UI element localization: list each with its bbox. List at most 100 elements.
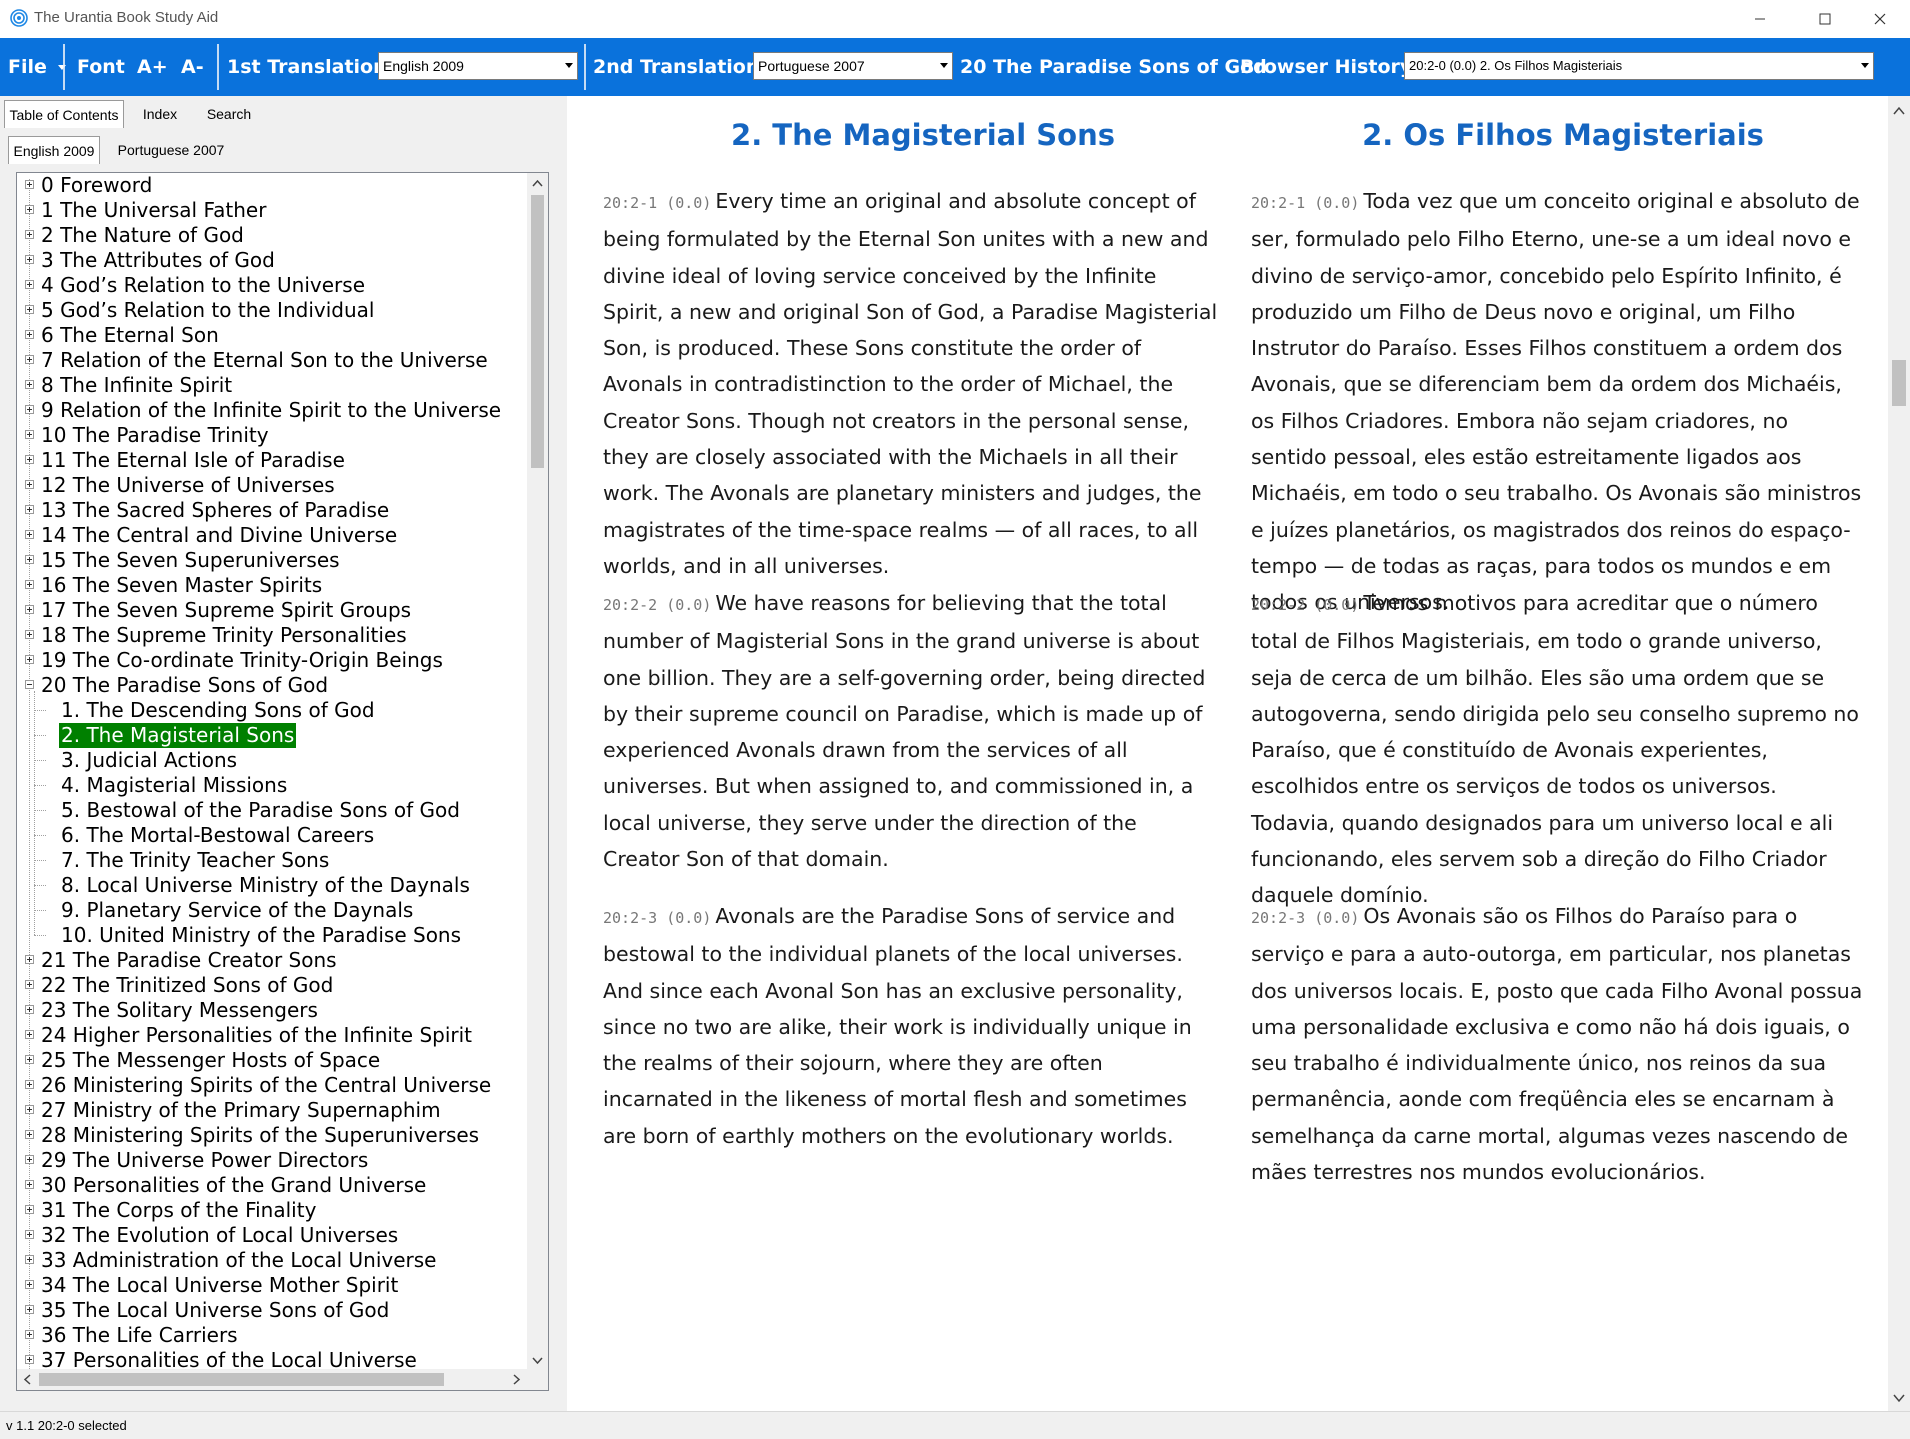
expand-icon[interactable] [25, 1280, 34, 1289]
paragraph-reference[interactable]: 20:2-3 (0.0) [603, 909, 711, 927]
tree-scroll-thumb[interactable] [531, 195, 544, 468]
tree-item-label: 9. Planetary Service of the Daynals [61, 898, 414, 922]
expand-icon[interactable] [25, 355, 34, 364]
tree-horizontal-scrollbar[interactable] [17, 1369, 527, 1390]
maximize-button[interactable] [1795, 0, 1855, 38]
expand-icon[interactable] [25, 580, 34, 589]
expand-icon[interactable] [25, 180, 34, 189]
file-menu[interactable]: File [8, 56, 66, 78]
expand-icon[interactable] [25, 1005, 34, 1014]
expand-icon[interactable] [25, 1155, 34, 1164]
expand-icon[interactable] [25, 1255, 34, 1264]
expand-icon[interactable] [25, 1330, 34, 1339]
tree-item-label: 6. The Mortal-Bestowal Careers [61, 823, 375, 847]
chevron-down-icon[interactable] [1893, 1394, 1905, 1403]
paragraph-reference[interactable]: 20:2-1 (0.0) [603, 194, 711, 212]
tree-item-label: 29 The Universe Power Directors [41, 1148, 369, 1172]
expand-icon[interactable] [25, 480, 34, 489]
tree-item-label: 5. Bestowal of the Paradise Sons of God [61, 798, 460, 822]
minimize-button[interactable] [1730, 0, 1790, 38]
tree-item-label: 30 Personalities of the Grand Universe [41, 1173, 427, 1197]
expand-icon[interactable] [25, 1080, 34, 1089]
collapse-icon[interactable] [25, 680, 34, 689]
expand-icon[interactable] [25, 1030, 34, 1039]
expand-icon[interactable] [25, 255, 34, 264]
tab-english-2009[interactable]: English 2009 [8, 136, 100, 164]
expand-icon[interactable] [25, 230, 34, 239]
expand-icon[interactable] [25, 380, 34, 389]
expand-icon[interactable] [25, 1305, 34, 1314]
expand-icon[interactable] [25, 305, 34, 314]
paragraph-reference[interactable]: 20:2-2 (0.0) [1251, 596, 1359, 614]
paragraph-second-translation: 20:2-3 (0.0) Os Avonais são os Filhos do … [1251, 898, 1866, 1190]
browser-history-select[interactable]: 20:2-0 (0.0) 2. Os Filhos Magisteriais [1404, 52, 1874, 80]
expand-icon[interactable] [25, 205, 34, 214]
tree-item-label: 32 The Evolution of Local Universes [41, 1223, 399, 1247]
second-translation-select[interactable]: Portuguese 2007 [753, 52, 953, 80]
expand-icon[interactable] [25, 1180, 34, 1189]
browser-history-label: Browser History: [1240, 56, 1420, 78]
tree-vertical-scrollbar[interactable] [527, 173, 548, 1371]
content-vertical-scrollbar[interactable] [1888, 96, 1910, 1411]
tab-portuguese-2007[interactable]: Portuguese 2007 [108, 136, 234, 164]
font-decrease-button[interactable]: A- [181, 56, 204, 78]
dropdown-arrow-icon [565, 63, 573, 68]
expand-icon[interactable] [25, 330, 34, 339]
expand-icon[interactable] [25, 605, 34, 614]
tree-content: 0 Foreword 1 The Universal Father 2 The Na… [17, 173, 527, 1371]
chevron-up-icon[interactable] [1893, 106, 1905, 115]
chevron-up-icon[interactable] [532, 179, 543, 187]
expand-icon[interactable] [25, 955, 34, 964]
tab-table-of-contents[interactable]: Table of Contents [4, 100, 124, 128]
tree-item-label: 9 Relation of the Infinite Spirit to the… [41, 398, 502, 422]
expand-icon[interactable] [25, 1055, 34, 1064]
tab-index[interactable]: Index [130, 100, 190, 128]
table-of-contents-tree[interactable]: 0 Foreword 1 The Universal Father 2 The Na… [16, 172, 549, 1391]
paragraph-first-translation: 20:2-3 (0.0) Avonals are the Paradise Son… [603, 898, 1218, 1154]
paragraph-reference[interactable]: 20:2-3 (0.0) [1251, 909, 1359, 927]
first-translation-select[interactable]: English 2009 [378, 52, 578, 80]
expand-icon[interactable] [25, 630, 34, 639]
tree-item-label: 1. The Descending Sons of God [61, 698, 375, 722]
tree-connector [34, 810, 46, 811]
tree-item-label: 3. Judicial Actions [61, 748, 238, 772]
expand-icon[interactable] [25, 430, 34, 439]
expand-icon[interactable] [25, 280, 34, 289]
tree-hscroll-thumb[interactable] [39, 1373, 444, 1386]
status-bar: v 1.1 20:2-0 selected [0, 1411, 1910, 1439]
expand-icon[interactable] [25, 1230, 34, 1239]
minimize-icon [1755, 18, 1765, 20]
content-scroll-thumb[interactable] [1892, 360, 1906, 406]
tree-connector [34, 785, 46, 786]
tree-item-label: 33 Administration of the Local Universe [41, 1248, 437, 1272]
paragraph-text: Toda vez que um conceito original e abso… [1251, 189, 1862, 615]
expand-icon[interactable] [25, 1105, 34, 1114]
paragraph-reference[interactable]: 20:2-2 (0.0) [603, 596, 711, 614]
expand-icon[interactable] [25, 455, 34, 464]
navigation-panel: Table of Contents Index Search English 2… [0, 96, 567, 1411]
tree-item-label: 25 The Messenger Hosts of Space [41, 1048, 381, 1072]
paragraph-reference[interactable]: 20:2-1 (0.0) [1251, 194, 1359, 212]
tree-item-label: 16 The Seven Master Spirits [41, 573, 323, 597]
expand-icon[interactable] [25, 530, 34, 539]
expand-icon[interactable] [25, 1130, 34, 1139]
close-button[interactable] [1850, 0, 1910, 38]
heading-second-translation: 2. Os Filhos Magisteriais [1362, 118, 1764, 152]
expand-icon[interactable] [25, 405, 34, 414]
chevron-right-icon[interactable] [513, 1374, 521, 1385]
chevron-left-icon[interactable] [23, 1374, 31, 1385]
expand-icon[interactable] [25, 1355, 34, 1364]
expand-icon[interactable] [25, 505, 34, 514]
expand-icon[interactable] [25, 980, 34, 989]
expand-icon[interactable] [25, 1205, 34, 1214]
title-bar: The Urantia Book Study Aid [0, 0, 1910, 38]
expand-icon[interactable] [25, 555, 34, 564]
tab-search[interactable]: Search [196, 100, 262, 128]
font-increase-button[interactable]: A+ [137, 56, 168, 78]
reading-pane: 2. The Magisterial Sons 2. Os Filhos Mag… [568, 96, 1888, 1411]
tree-item-label: 7. The Trinity Teacher Sons [61, 848, 330, 872]
tree-item-label: 7 Relation of the Eternal Son to the Uni… [41, 348, 488, 372]
expand-icon[interactable] [25, 655, 34, 664]
tree-item-label: 8. Local Universe Ministry of the Daynal… [61, 873, 470, 897]
chevron-down-icon[interactable] [532, 1357, 543, 1365]
